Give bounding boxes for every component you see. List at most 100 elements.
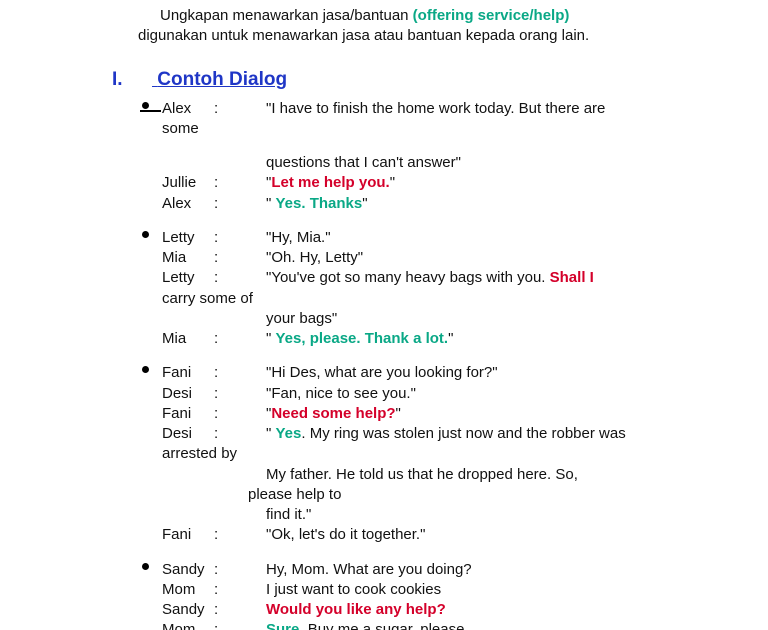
dialog-row: Mia:" Yes, please. Thank a lot." (162, 329, 726, 349)
dialog-row: Mom:I just want to cook cookies (162, 580, 726, 600)
utterance: " Yes. My ring was stolen just now and t… (266, 424, 726, 444)
utterance: "Hi Des, what are you looking for?" (266, 363, 726, 383)
utterance: Would you like any help? (266, 600, 726, 620)
utterance: "I have to finish the home work today. B… (266, 99, 726, 119)
speaker-label: Fani (162, 404, 214, 424)
dialog-row: Sandy:Would you like any help? (162, 600, 726, 620)
utterance: "Fan, nice to see you." (266, 384, 726, 404)
dialog-row: Alex:"I have to finish the home work tod… (162, 99, 726, 119)
dialog-continuation: questions that I can't answer" (266, 153, 726, 173)
highlight-text: Yes. Thanks (276, 195, 363, 212)
intro-highlight: (offering service/help) (413, 7, 570, 24)
dialog-row: Letty:"You've got so many heavy bags wit… (162, 268, 726, 288)
highlight-text: Yes (276, 425, 302, 442)
dialog-row: Mom:Sure. Buy me a sugar, please. (162, 620, 726, 630)
dialog-continuation: find it." (266, 505, 726, 525)
utterance: " Yes, please. Thank a lot." (266, 329, 726, 349)
intro-line-1: Ungkapan menawarkan jasa/bantuan (offeri… (160, 6, 726, 26)
bullet-icon (142, 102, 149, 109)
dialog-row: Fani:"Hi Des, what are you looking for?" (162, 363, 726, 383)
utterance-text: "Hy, Mia." (266, 229, 331, 246)
dialog-row: Letty:"Hy, Mia." (162, 228, 726, 248)
speaker-label: Letty (162, 268, 214, 288)
dialog-row: Fani:"Ok, let's do it together." (162, 525, 726, 545)
section-heading: I. Contoh Dialog (112, 69, 726, 91)
colon: : (214, 620, 266, 630)
utterance: I just want to cook cookies (266, 580, 726, 600)
speaker-label: Alex (162, 194, 214, 214)
speaker-label: Letty (162, 228, 214, 248)
highlight-text: Let me help you. (271, 174, 389, 191)
colon: : (214, 424, 266, 444)
document-page: Ungkapan menawarkan jasa/bantuan (offeri… (0, 0, 768, 630)
colon: : (214, 384, 266, 404)
dialog-continuation: some (162, 119, 726, 139)
speaker-label: Mia (162, 329, 214, 349)
intro-line-2: digunakan untuk menawarkan jasa atau ban… (138, 26, 726, 46)
highlight-text: Shall I (550, 269, 594, 286)
utterance-text: . Buy me a sugar, please. (299, 621, 468, 630)
speaker-label: Fani (162, 363, 214, 383)
speaker-label: Sandy (162, 560, 214, 580)
section-number: I. (112, 69, 152, 91)
utterance-text: Hy, Mom. What are you doing? (266, 561, 472, 578)
intro-prefix: Ungkapan menawarkan jasa/bantuan (160, 7, 413, 24)
dialog-block: Letty:"Hy, Mia."Mia:"Oh. Hy, Letty"Letty… (162, 228, 726, 350)
utterance-text: " (266, 330, 276, 347)
speaker-label: Alex (162, 99, 214, 119)
utterance: "Ok, let's do it together." (266, 525, 726, 545)
colon: : (214, 194, 266, 214)
colon: : (214, 600, 266, 620)
bullet-icon (142, 231, 149, 238)
utterance: "Oh. Hy, Letty" (266, 248, 726, 268)
colon: : (214, 99, 266, 119)
dialog-continuation: your bags" (266, 309, 726, 329)
utterance-text: "You've got so many heavy bags with you. (266, 269, 550, 286)
dialog-block: Alex:"I have to finish the home work tod… (162, 99, 726, 214)
utterance-text: . My ring was stolen just now and the ro… (301, 425, 625, 442)
utterance-text: " (390, 174, 395, 191)
dialog-row: Mia:"Oh. Hy, Letty" (162, 248, 726, 268)
utterance-text: "Ok, let's do it together." (266, 526, 425, 543)
utterance-text: "Fan, nice to see you." (266, 385, 416, 402)
dialog-row: Sandy:Hy, Mom. What are you doing? (162, 560, 726, 580)
speaker-label: Mom (162, 620, 214, 630)
utterance: "You've got so many heavy bags with you.… (266, 268, 726, 288)
colon: : (214, 228, 266, 248)
speaker-label: Mom (162, 580, 214, 600)
utterance: Hy, Mom. What are you doing? (266, 560, 726, 580)
colon: : (214, 560, 266, 580)
colon: : (214, 329, 266, 349)
intro-block: Ungkapan menawarkan jasa/bantuan (offeri… (160, 6, 726, 47)
dialog-row: Fani:"Need some help?" (162, 404, 726, 424)
speaker-label: Mia (162, 248, 214, 268)
dialogs-container: Alex:"I have to finish the home work tod… (162, 99, 726, 630)
bullet-icon (142, 366, 149, 373)
speaker-label: Desi (162, 384, 214, 404)
utterance-text: "Oh. Hy, Letty" (266, 249, 363, 266)
dialog-continuation: carry some of (162, 289, 726, 309)
utterance-text: " (266, 195, 276, 212)
colon: : (214, 404, 266, 424)
colon: : (214, 173, 266, 193)
highlight-text: Need some help? (271, 405, 395, 422)
dialog-continuation: My father. He told us that he dropped he… (266, 465, 726, 485)
utterance: "Need some help?" (266, 404, 726, 424)
highlight-text: Yes, please. Thank a lot. (276, 330, 449, 347)
colon: : (214, 525, 266, 545)
dialog-row: Jullie:"Let me help you." (162, 173, 726, 193)
dialog-continuation: arrested by (162, 444, 726, 464)
speaker-label: Jullie (162, 173, 214, 193)
colon: : (214, 248, 266, 268)
dialog-row: Alex:" Yes. Thanks" (162, 194, 726, 214)
highlight-text: Sure (266, 621, 299, 630)
utterance-text: " (362, 195, 367, 212)
utterance: Sure. Buy me a sugar, please. (266, 620, 726, 630)
speaker-label: Sandy (162, 600, 214, 620)
colon: : (214, 580, 266, 600)
speaker-label: Desi (162, 424, 214, 444)
dialog-continuation: please help to (248, 485, 726, 505)
utterance-text: "I have to finish the home work today. B… (266, 100, 605, 117)
highlight-text: Would you like any help? (266, 601, 446, 618)
dialog-block: Fani:"Hi Des, what are you looking for?"… (162, 363, 726, 545)
